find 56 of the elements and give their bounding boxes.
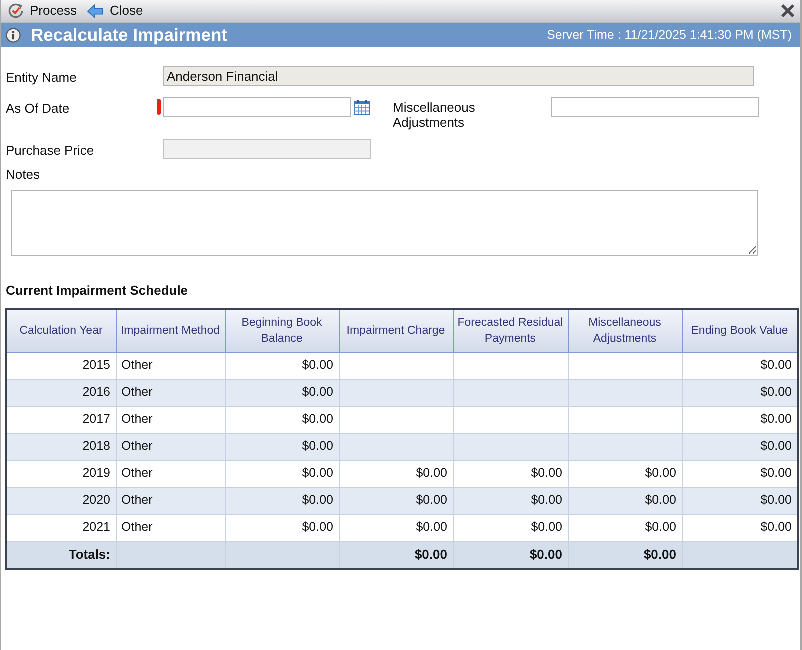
column-header: Calculation Year — [6, 309, 116, 352]
toolbar-button[interactable]: Process — [7, 1, 78, 21]
table-cell: $0.00 — [225, 514, 339, 541]
info-icon — [6, 28, 21, 42]
left-arrow-icon — [86, 4, 104, 18]
column-header: Forecasted Residual Payments — [453, 309, 568, 352]
table-cell: $0.00 — [339, 514, 453, 541]
table-cell: Other — [116, 460, 225, 487]
date-field[interactable] — [163, 97, 351, 117]
table-cell: $0.00 — [568, 487, 682, 514]
field-label: Purchase Price — [6, 142, 96, 158]
circular-check-icon — [8, 3, 24, 19]
table-cell: 2019 — [6, 460, 116, 487]
server-time: Server Time : 11/21/2025 1:41:30 PM (MST) — [546, 27, 792, 43]
field-label: As Of Date — [6, 101, 71, 116]
table-cell: 2021 — [6, 514, 116, 541]
column-header: Miscellaneous Adjustments — [568, 309, 682, 352]
table-cell: Other — [116, 487, 225, 514]
column-header: Beginning Book Balance — [225, 309, 339, 352]
table-cell: 2016 — [6, 379, 116, 406]
table-cell: $0.00 — [568, 460, 682, 487]
table-cell: $0.00 — [339, 487, 453, 514]
table-cell: 2015 — [6, 352, 116, 379]
table-cell: Other — [116, 514, 225, 541]
table-cell: $0.00 — [225, 487, 339, 514]
section-title: Current Impairment Schedule — [6, 283, 188, 298]
close-icon[interactable] — [780, 3, 796, 19]
calendar-icon[interactable] — [354, 100, 370, 115]
column-header: Impairment Charge — [339, 309, 453, 352]
table-cell: Other — [116, 379, 225, 406]
field-label: Miscellaneous Adjustments — [393, 100, 476, 130]
table-cell: 2020 — [6, 487, 116, 514]
table-cell: $0.00 — [453, 514, 568, 541]
table-cell: $0.00 — [453, 460, 568, 487]
column-header: Impairment Method — [116, 309, 225, 352]
field-label: Entity Name — [6, 70, 78, 85]
table-cell: Other — [116, 406, 225, 433]
table-cell: Other — [116, 352, 225, 379]
table-cell: $0.00 — [225, 379, 339, 406]
column-header: Ending Book Value — [682, 309, 798, 352]
table-cell: $0.00 — [225, 352, 339, 379]
table-cell: 2017 — [6, 406, 116, 433]
toolbar-button[interactable]: Close — [86, 1, 144, 21]
table-cell: $0.00 — [568, 514, 682, 541]
notes-field[interactable] — [11, 190, 758, 256]
table-cell: $0.00 — [453, 487, 568, 514]
table-cell: 2018 — [6, 433, 116, 460]
table-cell: $0.00 — [225, 433, 339, 460]
table-cell: Other — [116, 433, 225, 460]
table-cell: $0.00 — [225, 460, 339, 487]
table-cell: $0.00 — [339, 460, 453, 487]
field-label: Notes — [6, 167, 40, 182]
dialog-title: Recalculate Impairment — [31, 25, 228, 45]
entity-name-field[interactable]: Anderson Financial — [163, 66, 754, 86]
adjustments-field[interactable] — [551, 97, 759, 117]
table-cell: $0.00 — [225, 406, 339, 433]
